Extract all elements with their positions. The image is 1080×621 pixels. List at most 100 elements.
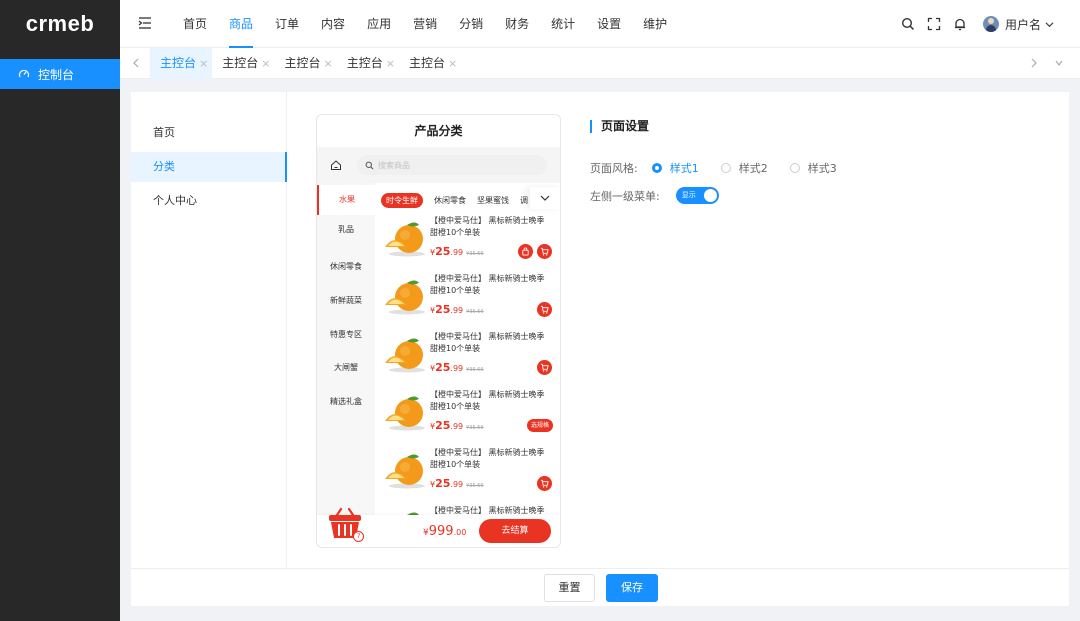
sidebar-item-dashboard[interactable]: 控制台 xyxy=(0,59,120,89)
nav-item[interactable]: 营销 xyxy=(402,0,448,48)
username[interactable]: 用户名 xyxy=(1005,16,1041,33)
dashboard-icon xyxy=(18,69,30,78)
close-icon[interactable]: × xyxy=(448,48,457,79)
phone-preview: 产品分类 搜索商品 水果 乳品 休闲零食 新鲜蔬菜 特惠专区 大闸蟹 精选礼盒 时令生鲜 休闲… xyxy=(316,114,561,548)
preview-product-item: 【橙中爱马仕】 黑标新骑士晚季甜橙10个单装 ¥25.99¥35.66 xyxy=(375,445,560,503)
top-nav: 首页 商品 订单 内容 应用 营销 分销 财务 统计 设置 维护 xyxy=(172,0,678,48)
product-name: 【橙中爱马仕】 黑标新骑士晚季甜橙10个单装 xyxy=(430,216,545,237)
style-option-2[interactable]: 样式2 xyxy=(720,160,768,176)
close-icon[interactable]: × xyxy=(261,48,270,79)
close-icon[interactable]: × xyxy=(323,48,332,79)
nav-item[interactable]: 订单 xyxy=(264,0,310,48)
menu-item-profile[interactable]: 个人中心 xyxy=(131,186,287,216)
search-icon xyxy=(365,161,374,169)
chevron-down-icon[interactable] xyxy=(1045,20,1054,29)
page-tab[interactable]: 主控台 × xyxy=(337,48,399,79)
page-tab[interactable]: 主控台 × xyxy=(399,48,461,79)
page-tabs-bar: 主控台 × 主控台 × 主控台 × 主控台 × 主控台 × xyxy=(120,48,1080,79)
app-logo[interactable]: crmeb xyxy=(0,0,120,48)
product-name: 【橙中爱马仕】 黑标新骑士晚季甜橙10个单装 xyxy=(430,448,545,469)
fullscreen-icon[interactable] xyxy=(927,17,941,31)
nav-item[interactable]: 应用 xyxy=(356,0,402,48)
page-style-label: 页面风格: xyxy=(590,162,638,175)
page-tab[interactable]: 主控台 × xyxy=(274,48,336,79)
menu-fold-icon[interactable] xyxy=(138,16,152,30)
style-option-1[interactable]: 样式1 xyxy=(651,160,699,176)
nav-item[interactable]: 维护 xyxy=(632,0,678,48)
page-style-row: 页面风格: 样式1 样式2 样式3 xyxy=(590,160,859,176)
nav-item[interactable]: 内容 xyxy=(310,0,356,48)
nav-item[interactable]: 统计 xyxy=(540,0,586,48)
chevron-left-icon[interactable] xyxy=(131,57,141,69)
menu-toggle-switch[interactable]: 显示 xyxy=(675,187,719,204)
product-name: 【橙中爱马仕】 黑标新骑士晚季甜橙10个单装 xyxy=(430,390,545,411)
preview-cart-bar: 7 ¥999.00 去结算 xyxy=(317,507,560,547)
product-image xyxy=(385,396,425,431)
nav-item[interactable]: 分销 xyxy=(448,0,494,48)
radio-icon xyxy=(651,163,662,173)
action-footer: 重置 保存 xyxy=(131,568,1069,606)
page-tab-label: 主控台 xyxy=(346,56,383,70)
product-price: ¥25.99 ¥35.66 xyxy=(430,361,484,374)
product-old-price: ¥35.66 xyxy=(466,367,484,373)
bag-icon xyxy=(522,247,529,256)
page-tab[interactable]: 主控台 × xyxy=(150,48,213,79)
close-icon[interactable]: × xyxy=(386,48,395,79)
search-icon[interactable] xyxy=(901,17,915,31)
preview-subtab: 坚果蜜饯 xyxy=(477,195,509,205)
close-icon[interactable]: × xyxy=(199,48,208,79)
chevron-down-icon xyxy=(540,195,550,201)
cart-icon xyxy=(540,247,549,256)
chevron-down-icon[interactable] xyxy=(1054,57,1064,69)
preview-title: 产品分类 xyxy=(317,115,560,147)
preview-category-item: 水果 xyxy=(317,185,375,215)
product-name: 【橙中爱马仕】 黑标新骑士晚季甜橙10个单装 xyxy=(430,274,545,295)
preview-subtab: 调 xyxy=(520,195,528,205)
nav-item[interactable]: 财务 xyxy=(494,0,540,48)
save-button[interactable]: 保存 xyxy=(606,574,658,602)
subtabs-expand xyxy=(530,187,560,209)
product-name: 【橙中爱马仕】 黑标新骑士晚季甜橙10个单装 xyxy=(430,506,545,515)
menu-toggle-row: 左侧一级菜单: 显示 xyxy=(590,187,719,204)
preview-search-bar: 搜索商品 xyxy=(317,147,560,183)
avatar[interactable] xyxy=(982,16,999,32)
page-tab-label: 主控台 xyxy=(160,56,197,70)
main-card: 首页 分类 个人中心 产品分类 搜索商品 水果 乳品 休闲零食 新鲜蔬菜 特惠专区 大闸蟹… xyxy=(131,92,1069,606)
tab-list: 主控台 × 主控台 × 主控台 × 主控台 × 主控台 × xyxy=(150,48,461,79)
page-tab[interactable]: 主控台 × xyxy=(212,48,274,79)
nav-item[interactable]: 设置 xyxy=(586,0,632,48)
preview-product-item: 【橙中爱马仕】 黑标新骑士晚季甜橙10个单装 ¥25.99 ¥35.66 选规格 xyxy=(375,387,560,445)
preview-category-item: 乳品 xyxy=(338,225,354,234)
chevron-right-icon[interactable] xyxy=(1029,57,1039,69)
product-old-price: ¥35.66 xyxy=(466,309,484,315)
sidebar-item-label: 控制台 xyxy=(38,67,75,82)
add-cart-button xyxy=(537,476,552,491)
preview-subtab: 休闲零食 xyxy=(434,195,466,205)
settings-panel: 页面设置 页面风格: 样式1 样式2 样式3 左侧一级菜单: 显示 xyxy=(590,120,837,204)
reset-button[interactable]: 重置 xyxy=(544,574,595,602)
preview-category-item: 休闲零食 xyxy=(330,262,362,271)
menu-item-home[interactable]: 首页 xyxy=(131,118,287,148)
page-tab-label: 主控台 xyxy=(408,56,445,70)
product-image xyxy=(385,454,425,489)
nav-item[interactable]: 首页 xyxy=(172,0,218,48)
add-cart-button xyxy=(537,244,552,259)
checkout-button: 去结算 xyxy=(479,519,551,543)
search-placeholder: 搜索商品 xyxy=(378,160,410,170)
nav-item[interactable]: 商品 xyxy=(218,0,264,48)
product-image xyxy=(385,338,425,373)
preview-subtab: 时令生鲜 xyxy=(381,192,423,208)
select-spec-button: 选规格 xyxy=(526,419,553,432)
home-icon xyxy=(331,160,341,170)
product-price: ¥25.99 ¥35.66 xyxy=(430,303,484,316)
page-tab-label: 主控台 xyxy=(284,56,321,70)
product-price: ¥25.99 ¥35.66 xyxy=(430,245,484,258)
cart-icon xyxy=(540,363,549,372)
menu-item-category[interactable]: 分类 xyxy=(131,152,287,182)
product-old-price: ¥35.66 xyxy=(466,483,484,489)
top-header: 首页 商品 订单 内容 应用 营销 分销 财务 统计 设置 维护 用户名 xyxy=(120,0,1080,48)
style-option-3[interactable]: 样式3 xyxy=(789,160,837,176)
bell-icon[interactable] xyxy=(953,17,967,31)
product-old-price: ¥35.66 xyxy=(466,425,484,431)
sidebar: crmeb 控制台 xyxy=(0,0,120,621)
